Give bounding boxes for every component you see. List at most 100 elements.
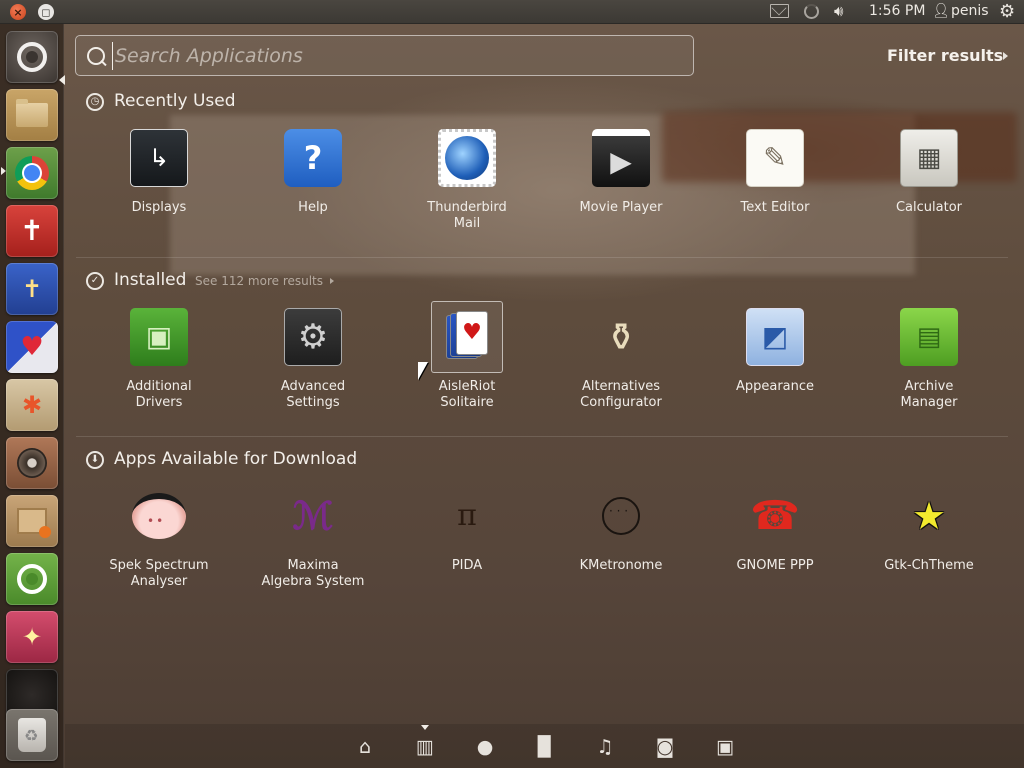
- network-icon[interactable]: [804, 4, 819, 19]
- user-icon[interactable]: 👤︎: [932, 3, 950, 19]
- checkmark-icon: ✓: [86, 272, 104, 290]
- app-alternatives-configurator[interactable]: ⚱ Alternatives Configurator: [551, 308, 691, 411]
- app-gnome-ppp[interactable]: ☎ GNOME PPP: [705, 487, 845, 574]
- paint-icon: ✱: [21, 391, 43, 419]
- music-icon[interactable]: ♫: [594, 736, 616, 758]
- app-label: Additional Drivers: [126, 379, 192, 410]
- camera-icon[interactable]: ◙: [654, 736, 676, 758]
- clock-icon: ◷: [86, 93, 104, 111]
- app-thunderbird[interactable]: Thunderbird Mail: [397, 129, 537, 232]
- clock[interactable]: 1:56 PM: [869, 3, 925, 19]
- box-icon: [17, 508, 51, 538]
- category-title-download[interactable]: Apps Available for Download: [114, 449, 357, 469]
- metronome-icon: [592, 487, 650, 545]
- filter-results-button[interactable]: Filter results: [887, 46, 1003, 65]
- app-additional-drivers[interactable]: ▣ Additional Drivers: [89, 308, 229, 411]
- star-icon: ★: [911, 494, 947, 538]
- app-help[interactable]: ? Help: [243, 129, 383, 216]
- alternatives-jar-icon: ⚱: [605, 315, 637, 359]
- app-label: Archive Manager: [900, 379, 958, 410]
- volume-icon[interactable]: 🔊︎: [834, 2, 843, 20]
- launcher-sound-app[interactable]: [6, 437, 58, 489]
- appearance-icon: ◩: [746, 308, 804, 366]
- app-maxima[interactable]: ℳ Maxima Algebra System: [243, 487, 383, 590]
- app-archive-manager[interactable]: ▤ Archive Manager: [859, 308, 999, 411]
- launcher-ubuntu-one[interactable]: [6, 553, 58, 605]
- see-more-arrow-icon[interactable]: [330, 278, 334, 284]
- app-pida[interactable]: π PIDA: [397, 487, 537, 574]
- app-movie-player[interactable]: ▶ Movie Player: [551, 129, 691, 216]
- home-icon[interactable]: ⌂: [354, 736, 376, 758]
- app-kmetronome[interactable]: KMetronome: [551, 487, 691, 574]
- mail-icon[interactable]: [770, 4, 789, 18]
- launcher-bible-study-app[interactable]: ✝: [6, 263, 58, 315]
- gear-icon[interactable]: ⚙︎: [999, 1, 1015, 22]
- section-divider: [76, 257, 1008, 258]
- launcher-chrome[interactable]: [6, 147, 58, 199]
- app-label: Advanced Settings: [280, 379, 346, 410]
- launcher-tweak-app[interactable]: ✦: [6, 611, 58, 663]
- search-input[interactable]: [112, 42, 672, 70]
- app-text-editor[interactable]: ✎ Text Editor: [705, 129, 845, 216]
- app-label: Movie Player: [579, 200, 663, 215]
- close-icon[interactable]: ×: [10, 4, 26, 20]
- ubuntu-logo-icon: [17, 42, 47, 72]
- search-box[interactable]: [75, 35, 694, 76]
- applications-icon[interactable]: ▥: [414, 736, 436, 758]
- see-more-results-link[interactable]: See 112 more results: [195, 274, 323, 288]
- ubuntu-one-icon: [17, 564, 47, 594]
- chrome-icon: [15, 156, 49, 190]
- top-panel: × ◻ 🔊︎ 1:56 PM 👤︎ penis ⚙︎: [0, 0, 1024, 24]
- video-icon[interactable]: ▣: [714, 736, 736, 758]
- pig-icon: [130, 487, 188, 545]
- text-editor-icon: ✎: [746, 129, 804, 187]
- app-label: GNOME PPP: [736, 558, 814, 573]
- app-label: Alternatives Configurator: [580, 379, 662, 410]
- app-advanced-settings[interactable]: ⚙ Advanced Settings: [243, 308, 383, 411]
- speaker-icon: [17, 448, 47, 478]
- app-label: Text Editor: [740, 200, 810, 215]
- telephone-icon: ☎: [750, 493, 800, 539]
- category-title-installed[interactable]: Installed: [114, 270, 186, 290]
- app-spek[interactable]: Spek SpectrumAnalyser: [89, 487, 229, 590]
- category-title-recent[interactable]: Recently Used: [114, 91, 236, 111]
- app-label: Displays: [131, 200, 187, 215]
- dash-home-button[interactable]: [6, 31, 58, 83]
- mouse-cursor-icon: [418, 362, 428, 380]
- archive-icon: ▤: [900, 308, 958, 366]
- folder-icon: [16, 99, 48, 127]
- app-label: AisleRiot Solitaire: [438, 379, 496, 410]
- launcher-trash[interactable]: [6, 709, 58, 761]
- active-arrow-icon: [59, 75, 65, 85]
- software-icon[interactable]: ●: [474, 736, 496, 758]
- user-name[interactable]: penis: [951, 3, 989, 19]
- launcher-bible-app[interactable]: ✝: [6, 205, 58, 257]
- app-label: Gtk-ChTheme: [884, 558, 974, 573]
- maximize-icon[interactable]: ◻: [38, 4, 54, 20]
- launcher-files[interactable]: [6, 89, 58, 141]
- app-label: Appearance: [735, 379, 815, 394]
- help-icon: ?: [284, 129, 342, 187]
- app-label: Maxima Algebra System: [261, 558, 365, 589]
- app-label: Calculator: [895, 200, 962, 215]
- app-label: Help: [298, 200, 328, 215]
- app-gtk-chtheme[interactable]: ★ Gtk-ChTheme: [859, 487, 999, 574]
- app-displays[interactable]: ↳ Displays: [89, 129, 229, 216]
- active-lens-marker-icon: [421, 725, 429, 730]
- app-label: KMetronome: [579, 558, 663, 573]
- launcher-archive-app[interactable]: [6, 495, 58, 547]
- app-aisleriot-solitaire[interactable]: ♥ AisleRiot Solitaire: [397, 308, 537, 411]
- app-appearance[interactable]: ◩ Appearance: [705, 308, 845, 395]
- download-icon: ⬇: [86, 451, 104, 469]
- app-label: PIDA: [451, 558, 483, 573]
- file-icon[interactable]: ▉: [534, 736, 556, 758]
- app-label: Spek Spectrum Analyser: [109, 558, 209, 589]
- displays-icon: ↳: [130, 129, 188, 187]
- app-calculator[interactable]: ▦ Calculator: [859, 129, 999, 216]
- pi-icon: π: [457, 498, 477, 533]
- settings-gear-icon: ⚙: [284, 308, 342, 366]
- trash-icon: [18, 718, 46, 752]
- launcher-bible-heart-app[interactable]: ♥: [6, 321, 58, 373]
- filter-arrow-icon[interactable]: [1003, 52, 1008, 60]
- launcher-paint-app[interactable]: ✱: [6, 379, 58, 431]
